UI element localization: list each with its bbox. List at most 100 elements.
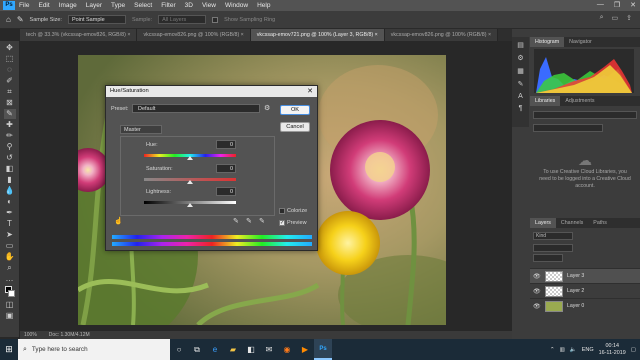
- eyedropper-sample-icon[interactable]: ✎: [233, 217, 239, 225]
- brush-panel-icon[interactable]: ✎: [518, 80, 524, 88]
- menu-select[interactable]: Select: [134, 2, 152, 9]
- tab-paths[interactable]: Paths: [588, 218, 612, 228]
- quick-mask-icon[interactable]: ◫: [4, 300, 16, 310]
- layer-row[interactable]: 👁 Layer 0: [530, 298, 640, 313]
- move-tool-icon[interactable]: ✥: [4, 43, 16, 53]
- tab-navigator[interactable]: Navigator: [564, 37, 597, 47]
- menu-image[interactable]: Image: [59, 2, 77, 9]
- media-player-icon[interactable]: ▶: [296, 339, 314, 360]
- screen-mode-icon[interactable]: ▣: [4, 311, 16, 321]
- zoom-tool-icon[interactable]: ⌕: [4, 263, 16, 273]
- tab-doc-2[interactable]: vkcssap-emov826.png @ 100% (RGB/8) ×: [137, 29, 251, 41]
- lock-controls[interactable]: [533, 254, 563, 262]
- more-tools-icon[interactable]: …: [4, 274, 16, 284]
- eyedropper-subtract-icon[interactable]: ✎: [259, 217, 265, 225]
- blur-tool-icon[interactable]: 💧: [4, 186, 16, 196]
- eyedropper-tool-icon[interactable]: ✎: [17, 15, 24, 24]
- dialog-close-icon[interactable]: ✕: [307, 86, 313, 97]
- gradient-tool-icon[interactable]: ▮: [4, 175, 16, 185]
- library-select[interactable]: [533, 111, 637, 119]
- maximize-button[interactable]: ❐: [614, 1, 620, 9]
- tab-doc-3[interactable]: vkcssap-emov721.png @ 100% (Layer 3, RGB…: [250, 29, 385, 41]
- input-language[interactable]: ENG: [582, 347, 594, 353]
- taskbar-search-box[interactable]: ⌕ Type here to search: [18, 339, 170, 360]
- edge-browser-icon[interactable]: e: [206, 339, 224, 360]
- tab-doc-4[interactable]: vkcssap-emov826.png @ 100% (RGB/8) ×: [384, 29, 499, 41]
- minimize-button[interactable]: —: [597, 1, 604, 9]
- eraser-tool-icon[interactable]: ◧: [4, 164, 16, 174]
- windows-start-icon[interactable]: ⊞: [0, 339, 18, 360]
- tab-libraries[interactable]: Libraries: [530, 96, 561, 106]
- crop-tool-icon[interactable]: ⌗: [4, 87, 16, 97]
- hue-slider-thumb[interactable]: [187, 156, 193, 160]
- tab-layers[interactable]: Layers: [530, 218, 556, 228]
- properties-panel-icon[interactable]: ⚙: [517, 54, 523, 62]
- menu-filter[interactable]: Filter: [161, 2, 175, 9]
- tab-adjustments[interactable]: Adjustments: [560, 96, 599, 106]
- menu-view[interactable]: View: [202, 2, 216, 9]
- ok-button[interactable]: OK: [280, 105, 310, 115]
- character-panel-icon[interactable]: A: [518, 93, 523, 100]
- preset-select[interactable]: Default: [132, 104, 260, 113]
- saturation-input[interactable]: 0: [216, 164, 236, 173]
- channel-select[interactable]: Master: [120, 125, 162, 134]
- workspace-icon[interactable]: ▭: [612, 14, 619, 22]
- share-icon[interactable]: ⇪: [626, 14, 632, 22]
- visibility-eye-icon[interactable]: 👁: [533, 303, 541, 310]
- file-explorer-icon[interactable]: ▰: [224, 339, 242, 360]
- menu-type[interactable]: Type: [111, 2, 125, 9]
- show-sampling-ring-checkbox[interactable]: [212, 16, 219, 23]
- home-icon[interactable]: ⌂: [6, 15, 11, 24]
- tab-histogram[interactable]: Histogram: [530, 37, 565, 47]
- menu-layer[interactable]: Layer: [86, 2, 102, 9]
- search-icon[interactable]: ⌕: [600, 14, 604, 22]
- photoshop-taskbar-icon[interactable]: Ps: [314, 339, 332, 360]
- eyedropper-add-icon[interactable]: ✎: [246, 217, 252, 225]
- cortana-icon[interactable]: ○: [170, 339, 188, 360]
- lasso-tool-icon[interactable]: ◌: [4, 65, 16, 75]
- dialog-titlebar[interactable]: Hue/Saturation ✕: [106, 86, 317, 97]
- volume-icon[interactable]: 🔈: [570, 347, 577, 353]
- visibility-eye-icon[interactable]: 👁: [533, 273, 541, 280]
- eyedropper-icon[interactable]: ✎: [3, 109, 16, 119]
- healing-brush-icon[interactable]: ✚: [4, 120, 16, 130]
- library-search-input[interactable]: [533, 124, 603, 132]
- dodge-tool-icon[interactable]: ◐: [4, 197, 16, 207]
- history-panel-icon[interactable]: ▤: [517, 41, 524, 49]
- pen-tool-icon[interactable]: ✒: [4, 208, 16, 218]
- layer-filter-select[interactable]: Kind: [533, 232, 573, 240]
- menu-help[interactable]: Help: [257, 2, 270, 9]
- swatches-panel-icon[interactable]: ▦: [517, 67, 524, 75]
- blend-mode-select[interactable]: [533, 244, 573, 252]
- clone-stamp-icon[interactable]: ⚲: [4, 142, 16, 152]
- task-view-icon[interactable]: ⧉: [188, 339, 206, 360]
- visibility-eye-icon[interactable]: 👁: [533, 288, 541, 295]
- firefox-icon[interactable]: ◉: [278, 339, 296, 360]
- lightness-slider-thumb[interactable]: [187, 203, 193, 207]
- saturation-slider-thumb[interactable]: [187, 180, 193, 184]
- zoom-level[interactable]: 100%: [24, 332, 37, 338]
- notifications-icon[interactable]: ▢: [631, 347, 636, 353]
- preview-checkbox[interactable]: ✓: [279, 220, 285, 226]
- sample-size-select[interactable]: Point Sample: [67, 15, 126, 24]
- mail-icon[interactable]: ✉: [260, 339, 278, 360]
- quick-select-tool-icon[interactable]: ✐: [4, 76, 16, 86]
- tab-channels[interactable]: Channels: [556, 218, 588, 228]
- marquee-tool-icon[interactable]: ⬚: [4, 54, 16, 64]
- network-icon[interactable]: ▥: [560, 347, 565, 353]
- brush-tool-icon[interactable]: ✏: [4, 131, 16, 141]
- menu-file[interactable]: File: [19, 2, 29, 9]
- taskbar-clock[interactable]: 00:14 16-11-2019: [599, 343, 626, 357]
- frame-tool-icon[interactable]: ⊠: [4, 98, 16, 108]
- layer-row[interactable]: 👁 Layer 2: [530, 283, 640, 298]
- tray-chevron-icon[interactable]: ⌃: [550, 347, 555, 353]
- lightness-input[interactable]: 0: [216, 187, 236, 196]
- menu-3d[interactable]: 3D: [185, 2, 193, 9]
- sample-select[interactable]: All Layers: [158, 15, 207, 24]
- targeted-adjustment-hand-icon[interactable]: ☝: [114, 217, 123, 225]
- menu-edit[interactable]: Edit: [38, 2, 49, 9]
- tab-doc-1[interactable]: tech @ 33.3% (vkcssap-emov826, RGB/8) ×: [20, 29, 138, 41]
- menu-window[interactable]: Window: [225, 2, 248, 9]
- layer-row[interactable]: 👁 Layer 3: [530, 268, 640, 283]
- cancel-button[interactable]: Cancel: [280, 122, 310, 132]
